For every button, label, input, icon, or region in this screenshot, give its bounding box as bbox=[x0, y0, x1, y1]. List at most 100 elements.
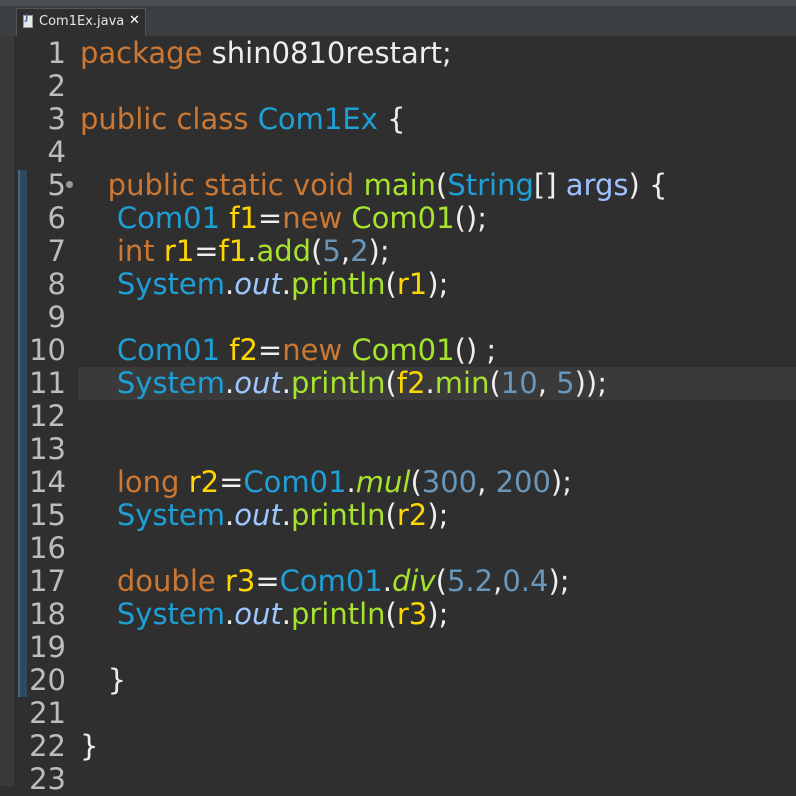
code-token: main bbox=[363, 168, 437, 202]
code-token: . bbox=[281, 267, 291, 301]
code-token: . bbox=[281, 498, 291, 532]
code-token: = bbox=[194, 234, 219, 268]
code-line[interactable]: 8 System.out.println(r1); bbox=[0, 268, 796, 301]
editor-tab-bar: Com1Ex.java ✕ bbox=[0, 0, 796, 36]
code-token: out bbox=[234, 366, 282, 400]
code-token: r1 bbox=[396, 267, 428, 301]
code-line[interactable]: 3 public class Com1Ex { bbox=[0, 103, 796, 136]
code-token: ( bbox=[311, 234, 323, 268]
code-line[interactable]: 7 int r1=f1.add(5,2); bbox=[0, 235, 796, 268]
code-text: long r2=Com01.mul(300, 200); bbox=[80, 466, 572, 499]
code-token: Com01 bbox=[351, 201, 455, 235]
code-token: . bbox=[225, 597, 235, 631]
code-text: } bbox=[80, 730, 98, 763]
code-token: [] bbox=[533, 168, 566, 202]
line-number: 1 bbox=[47, 36, 66, 70]
code-token: f2 bbox=[229, 333, 258, 367]
code-token: System bbox=[116, 267, 226, 301]
line-number: 23 bbox=[29, 762, 66, 796]
code-line[interactable]: 14 long r2=Com01.mul(300, 200); bbox=[0, 466, 796, 499]
java-file-icon bbox=[23, 13, 33, 28]
code-token: , bbox=[477, 465, 496, 499]
code-token: . bbox=[425, 366, 435, 400]
code-token: (); bbox=[454, 201, 487, 235]
code-token: ) { bbox=[628, 168, 668, 202]
code-line[interactable]: 9 bbox=[0, 301, 796, 334]
code-token: 5 bbox=[556, 366, 575, 400]
code-token: ); bbox=[550, 465, 573, 499]
code-line[interactable]: 1 package shin0810restart; bbox=[0, 37, 796, 70]
code-token: println bbox=[290, 597, 386, 631]
code-token: out bbox=[234, 498, 282, 532]
line-number: 5 bbox=[47, 168, 66, 202]
code-line[interactable]: 18 System.out.println(r3); bbox=[0, 598, 796, 631]
code-token: = bbox=[255, 564, 280, 598]
code-line[interactable]: 23 bbox=[0, 763, 796, 796]
code-token: out bbox=[234, 597, 282, 631]
code-line[interactable]: 17 double r3=Com01.div(5.2,0.4); bbox=[0, 565, 796, 598]
fold-toggle-icon[interactable] bbox=[66, 181, 73, 188]
code-text: double r3=Com01.div(5.2,0.4); bbox=[80, 565, 570, 598]
code-line[interactable]: 5 public static void main(String[] args)… bbox=[0, 169, 796, 202]
code-token: f1 bbox=[218, 234, 248, 268]
line-number: 3 bbox=[47, 102, 66, 136]
code-token: shin0810restart; bbox=[211, 36, 452, 70]
tab-bar-top-strip bbox=[0, 0, 796, 6]
code-line[interactable]: 6 Com01 f1=new Com01(); bbox=[0, 202, 796, 235]
code-token: int bbox=[116, 234, 164, 268]
code-token: div bbox=[392, 564, 436, 598]
line-number: 20 bbox=[29, 663, 66, 697]
code-token: } bbox=[80, 729, 99, 763]
close-icon[interactable]: ✕ bbox=[129, 13, 140, 28]
code-token: 5.2 bbox=[446, 564, 494, 598]
code-line[interactable]: 2 bbox=[0, 70, 796, 103]
line-number: 11 bbox=[29, 366, 66, 400]
code-token: )); bbox=[574, 366, 607, 400]
code-token: println bbox=[290, 366, 386, 400]
code-token: . bbox=[281, 597, 291, 631]
code-token: . bbox=[281, 366, 291, 400]
code-line[interactable]: 10 Com01 f2=new Com01() ; bbox=[0, 334, 796, 367]
code-token: . bbox=[225, 498, 235, 532]
line-number: 8 bbox=[47, 267, 66, 301]
code-token: Com01 bbox=[279, 564, 383, 598]
code-text: System.out.println(f2.min(10, 5)); bbox=[80, 367, 607, 400]
code-token: package bbox=[80, 36, 212, 70]
code-line[interactable]: 13 bbox=[0, 433, 796, 466]
code-line[interactable]: 11 System.out.println(f2.min(10, 5)); bbox=[0, 367, 796, 400]
code-line[interactable]: 21 bbox=[0, 697, 796, 730]
line-number: 19 bbox=[29, 630, 66, 664]
code-line[interactable]: 19 bbox=[0, 631, 796, 664]
code-line[interactable]: 15 System.out.println(r2); bbox=[0, 499, 796, 532]
code-token: 5 bbox=[322, 234, 341, 268]
code-token: . bbox=[346, 465, 356, 499]
code-token: mul bbox=[355, 465, 411, 499]
line-number: 18 bbox=[29, 597, 66, 631]
code-line[interactable]: 16 bbox=[0, 532, 796, 565]
code-line[interactable]: 12 bbox=[0, 400, 796, 433]
code-token: args bbox=[565, 168, 629, 202]
code-text: } bbox=[80, 664, 126, 697]
code-token: ); bbox=[368, 234, 390, 268]
code-token: r3 bbox=[224, 564, 256, 598]
code-token: println bbox=[290, 267, 386, 301]
line-number: 10 bbox=[29, 333, 66, 367]
code-token: = bbox=[257, 201, 283, 235]
code-line[interactable]: 20 } bbox=[0, 664, 796, 697]
code-line[interactable]: 4 bbox=[0, 136, 796, 169]
tab-com1ex-java[interactable]: Com1Ex.java ✕ bbox=[16, 8, 146, 36]
code-text: Com01 f2=new Com01() ; bbox=[80, 334, 496, 367]
code-token: = bbox=[257, 333, 283, 367]
code-token: r2 bbox=[188, 465, 220, 499]
line-number: 22 bbox=[29, 729, 66, 763]
code-text: Com01 f1=new Com01(); bbox=[80, 202, 487, 235]
code-token: Com01 bbox=[116, 333, 230, 367]
code-line[interactable]: 22} bbox=[0, 730, 796, 763]
code-token: out bbox=[234, 267, 282, 301]
